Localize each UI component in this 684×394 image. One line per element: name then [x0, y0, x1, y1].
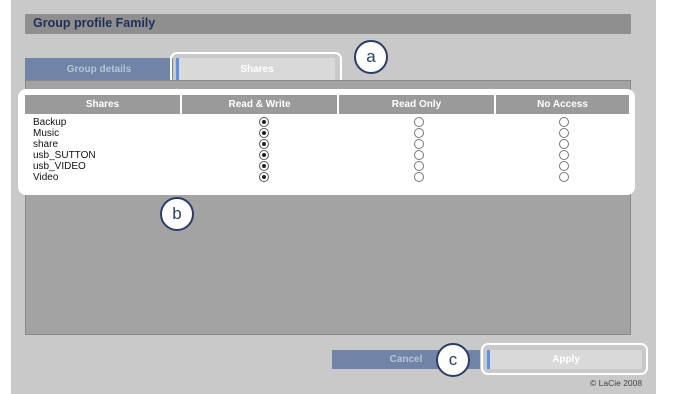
- tab-shares[interactable]: Shares: [176, 58, 335, 80]
- share-name: Music: [33, 128, 60, 139]
- radio-no-access[interactable]: [559, 150, 569, 160]
- share-name: usb_VIDEO: [33, 161, 86, 172]
- copyright-text: © LaCie 2008: [590, 378, 643, 388]
- table-header: Shares Read & Write Read Only No Access: [25, 95, 629, 114]
- callout-c: c: [436, 343, 470, 377]
- radio-no-access[interactable]: [559, 172, 569, 182]
- page-title: Group profile Family: [33, 16, 156, 30]
- shares-table-body: Backup Music share usb_SUTTON usb_VIDEO Video: [25, 117, 629, 183]
- table-row: usb_SUTTON: [25, 150, 629, 161]
- table-row: share: [25, 139, 629, 150]
- radio-read-only[interactable]: [414, 150, 424, 160]
- share-name: Backup: [33, 117, 67, 128]
- callout-a: a: [354, 40, 388, 74]
- column-header-read-write: Read & Write: [182, 95, 339, 114]
- apply-button[interactable]: Apply: [487, 350, 642, 369]
- callout-b: b: [160, 197, 194, 231]
- radio-read-only[interactable]: [414, 117, 424, 127]
- radio-no-access[interactable]: [559, 161, 569, 171]
- radio-read-write[interactable]: [259, 128, 269, 138]
- radio-no-access[interactable]: [559, 139, 569, 149]
- radio-no-access[interactable]: [559, 128, 569, 138]
- share-name: Video: [33, 172, 59, 183]
- radio-read-only[interactable]: [414, 128, 424, 138]
- radio-read-write[interactable]: [259, 150, 269, 160]
- radio-read-write[interactable]: [259, 139, 269, 149]
- column-header-shares: Shares: [25, 95, 182, 114]
- radio-read-write[interactable]: [259, 161, 269, 171]
- table-row: Backup: [25, 117, 629, 128]
- radio-read-write[interactable]: [259, 172, 269, 182]
- table-row: Music: [25, 128, 629, 139]
- share-name: usb_SUTTON: [33, 150, 96, 161]
- tab-group-details[interactable]: Group details: [25, 58, 173, 80]
- radio-read-only[interactable]: [414, 172, 424, 182]
- column-header-read-only: Read Only: [339, 95, 496, 114]
- column-header-no-access: No Access: [496, 95, 629, 114]
- share-name: share: [33, 139, 59, 150]
- table-row: Video: [25, 172, 629, 183]
- radio-no-access[interactable]: [559, 117, 569, 127]
- radio-read-write[interactable]: [259, 117, 269, 127]
- table-row: usb_VIDEO: [25, 161, 629, 172]
- radio-read-only[interactable]: [414, 161, 424, 171]
- radio-read-only[interactable]: [414, 139, 424, 149]
